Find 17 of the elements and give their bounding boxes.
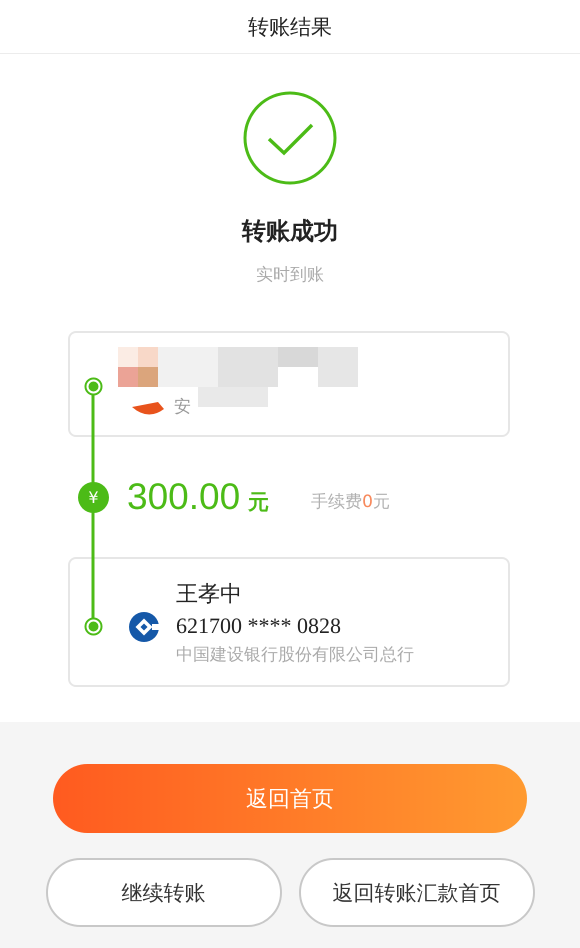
- bank-name: 中国建设银行股份有限公司总行: [176, 644, 414, 666]
- status-title: 转账成功: [242, 216, 338, 247]
- page-title: 转账结果: [248, 14, 332, 40]
- payee-name: 王孝中: [176, 580, 243, 608]
- outline-button[interactable]: 返回转账汇款首页: [298, 858, 534, 927]
- amount-unit: 元: [248, 489, 270, 516]
- bank-logo-icon: [128, 611, 160, 643]
- payer-text: 安: [174, 396, 191, 418]
- fee-text: 手续费0元: [311, 490, 390, 512]
- ring-dot-icon: [84, 617, 103, 636]
- yen-icon: ¥: [78, 482, 109, 512]
- outline-button[interactable]: 继续转账: [46, 858, 282, 927]
- amount: 300.00: [127, 476, 240, 518]
- ring-dot-icon: [84, 377, 103, 396]
- account-number: 621700 **** 0828: [176, 612, 342, 638]
- status-subtitle: 实时到账: [256, 264, 324, 286]
- check-circle-icon: [243, 91, 337, 185]
